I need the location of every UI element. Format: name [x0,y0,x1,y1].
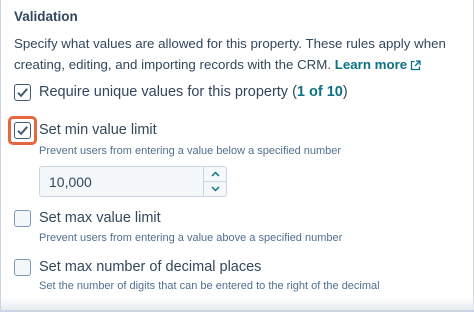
decimal-places-help: Set the number of digits that can be ent… [39,280,380,292]
max-value-label: Set max value limit [39,210,161,226]
decimal-places-checkbox[interactable] [14,259,31,276]
min-value-input[interactable]: 10,000 [39,166,227,197]
section-title: Validation [14,9,78,24]
min-value-help: Prevent users from entering a value belo… [39,145,342,157]
section-description: Specify what values are allowed for this… [14,33,464,77]
min-value-label: Set min value limit [39,122,157,138]
unique-values-label: Require unique values for this property … [39,84,348,100]
max-value-checkbox[interactable] [14,210,31,227]
chevron-up-icon [210,171,220,177]
check-icon [17,88,28,98]
learn-more-link[interactable]: Learn more [335,57,421,72]
validation-panel: Validation Specify what values are allow… [0,0,474,312]
unique-values-checkbox[interactable] [14,84,31,101]
check-icon [17,126,28,136]
min-value-input-value: 10,000 [49,174,92,190]
max-value-help: Prevent users from entering a value abov… [39,232,343,244]
decimal-places-label: Set max number of decimal places [39,259,262,275]
stepper-down-button[interactable] [204,182,226,197]
learn-more-label: Learn more [334,57,408,72]
unique-values-text: Require unique values for this property [39,84,289,100]
stepper-up-button[interactable] [204,167,226,182]
external-link-icon [410,56,421,77]
quantity-stepper [203,167,226,196]
min-value-checkbox[interactable] [14,122,31,139]
bottom-fade [1,297,474,311]
unique-values-count: 1 of 10 [296,84,343,100]
chevron-down-icon [210,186,220,192]
